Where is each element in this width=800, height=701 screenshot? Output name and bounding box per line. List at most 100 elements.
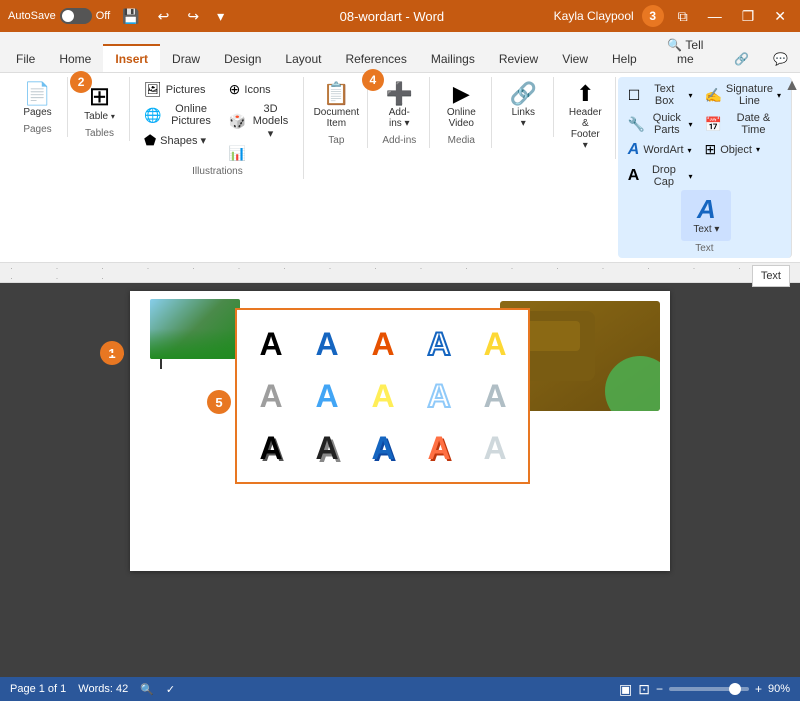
- wordart-style-2[interactable]: A: [303, 320, 351, 368]
- ribbon-display-button[interactable]: ⧉: [672, 6, 694, 27]
- wordart-a-11: A: [259, 430, 282, 467]
- drop-cap-button[interactable]: A Drop Cap ▾: [624, 162, 697, 190]
- icons-button[interactable]: ⊕ Icons: [225, 79, 295, 100]
- drop-cap-label: Drop Cap: [643, 164, 684, 188]
- smartart-button[interactable]: 📊: [225, 143, 295, 164]
- wordart-style-4[interactable]: A: [415, 320, 463, 368]
- wordart-dropdown-panel[interactable]: 5 A A A A A A A A A A A A A A A: [235, 308, 530, 484]
- text-items: ☐ Text Box ▾ 🔧 Quick Parts ▾ A WordArt ▾: [624, 81, 785, 190]
- tab-insert[interactable]: Insert: [103, 44, 160, 72]
- drop-cap-arrow: ▾: [688, 172, 692, 181]
- ribbon-group-header-footer: ⬆ Header &Footer ▾: [556, 77, 616, 159]
- wordart-a-3: A: [371, 326, 394, 363]
- close-button[interactable]: ✕: [768, 6, 792, 27]
- online-pictures-label: Online Pictures: [165, 103, 216, 127]
- ribbon-group-tables: 2 ⊞ Table ▾ Tables: [70, 77, 130, 141]
- links-button[interactable]: 🔗 Links ▾: [502, 79, 545, 133]
- pages-items: 📄 Pages: [17, 79, 57, 122]
- landscape-grass: [150, 329, 240, 359]
- restore-button[interactable]: ❐: [736, 6, 761, 27]
- wordart-grid: A A A A A A A A A A A A A A A: [247, 320, 518, 472]
- text-label: Text: [761, 270, 781, 282]
- zoom-in-button[interactable]: +: [755, 682, 762, 696]
- tab-help[interactable]: Help: [600, 46, 649, 72]
- object-button[interactable]: ⊞ Object ▾: [700, 139, 785, 160]
- redo-button[interactable]: ↪: [181, 6, 205, 27]
- tables-group-label: Tables: [85, 128, 114, 139]
- wordart-a-14: A: [427, 430, 450, 467]
- wordart-style-7[interactable]: A: [303, 372, 351, 420]
- tab-file[interactable]: File: [4, 46, 47, 72]
- smartart-icon: 📊: [229, 145, 246, 162]
- pages-button[interactable]: 📄 Pages: [17, 79, 57, 122]
- status-left: Page 1 of 1 Words: 42 🔍 ✓: [10, 683, 175, 696]
- header-footer-button[interactable]: ⬆ Header &Footer ▾: [563, 79, 608, 155]
- wordart-button[interactable]: A WordArt ▾: [624, 139, 697, 161]
- callout-5: 5: [207, 390, 231, 414]
- title-bar-right: Kayla Claypool 3 ⧉ — ❐ ✕: [554, 5, 792, 27]
- wordart-a-13: A: [371, 430, 394, 467]
- callout-4: 4: [362, 69, 384, 91]
- tab-tell-me[interactable]: 🔍 Tell me: [649, 32, 722, 72]
- share-button[interactable]: 🔗: [722, 46, 761, 72]
- ribbon-group-text: ☐ Text Box ▾ 🔧 Quick Parts ▾ A WordArt ▾: [618, 77, 792, 258]
- wordart-style-10[interactable]: A: [471, 372, 519, 420]
- wordart-arrow: ▾: [688, 146, 692, 155]
- 3d-models-button[interactable]: 🎲 3D Models ▾: [225, 101, 295, 142]
- date-time-button[interactable]: 📅 Date & Time: [700, 110, 785, 138]
- view-print-button[interactable]: ▣: [619, 681, 632, 698]
- addins-icon: ➕: [386, 83, 413, 105]
- customize-qat-button[interactable]: ▾: [211, 6, 230, 27]
- table-icon: ⊞: [89, 83, 111, 109]
- save-button[interactable]: 💾: [116, 6, 145, 27]
- signature-line-button[interactable]: ✍ Signature Line ▾: [700, 81, 785, 109]
- tab-mailings[interactable]: Mailings: [419, 46, 487, 72]
- undo-button[interactable]: ↩: [152, 6, 176, 27]
- tab-draw[interactable]: Draw: [160, 46, 212, 72]
- ribbon-group-tap: 📋 DocumentItem Tap: [306, 77, 368, 148]
- wordart-style-1[interactable]: A: [247, 320, 295, 368]
- wordart-style-12[interactable]: A: [303, 424, 351, 472]
- wordart-style-5[interactable]: A: [471, 320, 519, 368]
- online-video-button[interactable]: ▶ OnlineVideo: [441, 79, 482, 133]
- shapes-button[interactable]: ⬟ Shapes ▾: [140, 130, 221, 151]
- wordart-style-14[interactable]: A: [415, 424, 463, 472]
- addins-button[interactable]: ➕ Add-ins ▾: [379, 79, 419, 133]
- wordart-style-15[interactable]: A: [471, 424, 519, 472]
- text-box-button[interactable]: ☐ Text Box ▾: [624, 81, 697, 109]
- window-title: 08-wordart - Word: [340, 9, 445, 24]
- online-video-label: OnlineVideo: [447, 107, 476, 129]
- text-large-button[interactable]: A Text ▾: [681, 190, 731, 241]
- view-web-button[interactable]: ⊡: [638, 681, 650, 698]
- tab-design[interactable]: Design: [212, 46, 273, 72]
- wordart-style-9[interactable]: A: [415, 372, 463, 420]
- comments-button[interactable]: 💬: [761, 46, 800, 72]
- tab-review[interactable]: Review: [487, 46, 550, 72]
- minimize-button[interactable]: —: [702, 6, 728, 26]
- quick-parts-button[interactable]: 🔧 Quick Parts ▾: [624, 110, 697, 138]
- wordart-style-13[interactable]: A: [359, 424, 407, 472]
- zoom-out-button[interactable]: −: [656, 682, 663, 696]
- header-footer-items: ⬆ Header &Footer ▾: [563, 79, 608, 155]
- tab-view[interactable]: View: [550, 46, 600, 72]
- ribbon-collapse-button[interactable]: ▲: [784, 77, 800, 95]
- wordart-style-11[interactable]: A: [247, 424, 295, 472]
- tab-layout[interactable]: Layout: [273, 46, 333, 72]
- wordart-style-3[interactable]: A: [359, 320, 407, 368]
- wordart-style-6[interactable]: A: [247, 372, 295, 420]
- pictures-button[interactable]: 🖼 Pictures: [140, 79, 221, 100]
- tap-group-label: Tap: [328, 135, 344, 146]
- status-right: ▣ ⊡ − + 90%: [619, 681, 790, 698]
- zoom-slider[interactable]: [669, 687, 749, 691]
- tab-references[interactable]: References: [333, 46, 418, 72]
- text-box-icon: ☐: [628, 87, 641, 104]
- autosave-toggle[interactable]: [60, 8, 92, 24]
- wordart-style-8[interactable]: A: [359, 372, 407, 420]
- links-items: 🔗 Links ▾: [502, 79, 545, 133]
- doc-small-image: [150, 299, 240, 359]
- online-pictures-button[interactable]: 🌐 Online Pictures: [140, 101, 221, 129]
- document-item-button[interactable]: 📋 DocumentItem: [308, 79, 366, 133]
- tab-home[interactable]: Home: [47, 46, 103, 72]
- drop-cap-icon: A: [628, 167, 640, 185]
- wordart-a-7: A: [315, 378, 338, 415]
